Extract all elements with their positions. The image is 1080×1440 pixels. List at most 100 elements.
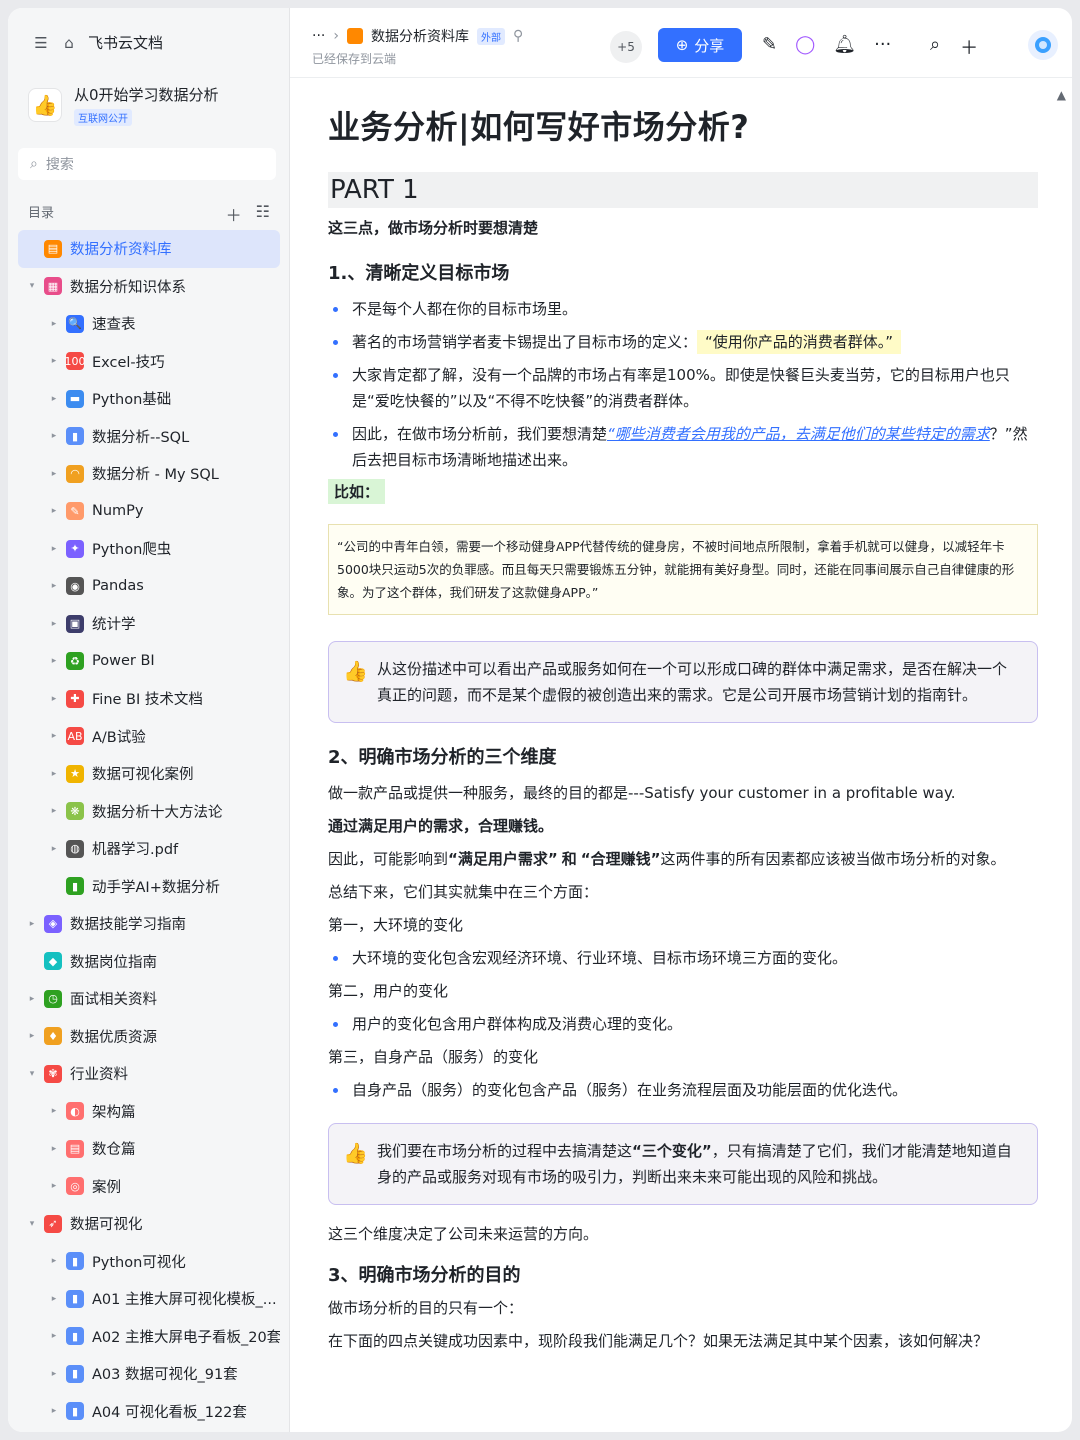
sidebar-item[interactable]: ▸ ◠ 数据分析 - My SQL — [18, 455, 280, 493]
chevron-right-icon[interactable]: ▸ — [48, 581, 60, 591]
sidebar-item[interactable]: ▸ ▮ A04 可视化看板_122套 — [18, 1393, 280, 1431]
bullet-4-text: 因此，在做市场分析前，我们要想清楚 — [352, 425, 608, 443]
collapse-sidebar-icon[interactable]: ☰ — [32, 34, 50, 52]
sidebar-item[interactable]: ▸ ◷ 面试相关资料 — [18, 980, 280, 1018]
pin-icon[interactable]: ⚲ — [513, 28, 523, 44]
add-icon[interactable]: ＋ — [226, 202, 242, 226]
thumbs-up-icon: 👍 — [343, 659, 368, 683]
chevron-down-icon[interactable]: ▾ — [26, 1219, 38, 1229]
chevron-right-icon[interactable]: ▸ — [48, 356, 60, 366]
chevron-right-icon[interactable]: ▸ — [48, 1294, 60, 1304]
chevron-right-icon[interactable]: ▸ — [48, 1369, 60, 1379]
more-breadcrumb-button[interactable]: ··· — [312, 28, 325, 44]
home-icon[interactable]: ⌂ — [60, 34, 78, 52]
sidebar-item[interactable]: ▸ ♦ 数据优质资源 — [18, 1018, 280, 1056]
toolbar-right: ⌕ ＋ — [930, 34, 978, 60]
chevron-right-icon[interactable]: ▸ — [48, 1331, 60, 1341]
app-title[interactable]: 飞书云文档 — [88, 32, 163, 53]
chevron-right-icon[interactable]: ▸ — [48, 769, 60, 779]
chevron-right-icon[interactable]: ▸ — [48, 806, 60, 816]
bullet: 自身产品（服务）的变化包含产品（服务）在业务流程层面及功能层面的优化迭代。 — [328, 1077, 1038, 1103]
sidebar-item-label: A01 主推大屏可视化模板_... — [92, 1292, 277, 1309]
chevron-right-icon[interactable]: ▸ — [26, 1031, 38, 1041]
chevron-right-icon[interactable]: ▸ — [48, 1181, 60, 1191]
sidebar-item[interactable]: ▸ ★ 数据可视化案例 — [18, 755, 280, 793]
sidebar-item[interactable]: ▾ ✾ 行业资料 — [18, 1055, 280, 1093]
sidebar-item[interactable]: ▸ ✦ Python爬虫 — [18, 530, 280, 568]
sidebar-item[interactable]: ▸ ◍ 机器学习.pdf — [18, 830, 280, 868]
chevron-right-icon[interactable]: ▸ — [48, 1256, 60, 1266]
chevron-right-icon[interactable]: ▸ — [48, 319, 60, 329]
add-icon[interactable]: ＋ — [960, 34, 978, 60]
chevron-down-icon[interactable]: ▾ — [26, 1069, 38, 1079]
chevron-down-icon[interactable]: ▾ — [26, 281, 38, 291]
breadcrumb-current[interactable]: 数据分析资料库 — [371, 26, 469, 46]
doc-type-icon: ★ — [66, 764, 84, 783]
sidebar-item[interactable]: ▸ ▮ A01 主推大屏可视化模板_... — [18, 1280, 280, 1318]
space-header[interactable]: 👍 从0开始学习数据分析 互联网公开 — [28, 84, 219, 126]
edit-icon[interactable]: ✎ — [762, 34, 777, 55]
sidebar-item[interactable]: ▸ ❋ 数据分析十大方法论 — [18, 793, 280, 831]
bold-run: “合理赚钱” — [580, 850, 661, 868]
more-icon[interactable]: ··· — [874, 34, 891, 55]
list-settings-icon[interactable]: ☷ — [256, 202, 270, 226]
chevron-right-icon[interactable]: ▸ — [48, 394, 60, 404]
bullet-4: 因此，在做市场分析前，我们要想清楚“哪些消费者会用我的产品，去满足他们的某些特定… — [328, 421, 1038, 473]
sidebar-item[interactable]: ▾ ▦ 数据分析知识体系 — [18, 268, 280, 306]
sidebar-item[interactable]: ▸ ▤ 数仓篇 — [18, 1130, 280, 1168]
chevron-right-icon[interactable]: ▸ — [48, 619, 60, 629]
search-icon: ⌕ — [30, 156, 38, 172]
sidebar-item[interactable]: ▸ ✚ Fine BI 技术文档 — [18, 680, 280, 718]
chevron-right-icon[interactable]: ▸ — [48, 544, 60, 554]
sidebar-item[interactable]: ▸ AB A/B试验 — [18, 718, 280, 756]
app-window: ☰ ⌂ 飞书云文档 👍 从0开始学习数据分析 互联网公开 ⌕ 搜索 目录 ＋ ☷… — [8, 8, 1072, 1432]
doc-type-icon: ▤ — [44, 239, 62, 258]
scroll-up-icon[interactable]: ▲ — [1057, 88, 1066, 102]
chevron-right-icon[interactable]: ▸ — [26, 919, 38, 929]
search-input[interactable]: ⌕ 搜索 — [18, 148, 276, 180]
chevron-right-icon[interactable]: ▸ — [26, 994, 38, 1004]
collaborators-count[interactable]: +5 — [610, 31, 642, 63]
sidebar-item[interactable]: ◆ 数据岗位指南 — [18, 943, 280, 981]
sidebar-item[interactable]: ▸ 🔍 速查表 — [18, 305, 280, 343]
sidebar-item[interactable]: ▸ ▬ Python基础 — [18, 380, 280, 418]
chevron-right-icon[interactable]: ▸ — [48, 431, 60, 441]
sidebar-item[interactable]: ▸ ▮ Python可视化 — [18, 1243, 280, 1281]
public-badge: 互联网公开 — [74, 109, 132, 126]
sidebar-item[interactable]: ▸ ◎ 案例 — [18, 1168, 280, 1206]
bell-icon[interactable]: 🔔︎ — [833, 34, 856, 55]
sidebar-item[interactable]: ▸ 100 Excel-技巧 — [18, 343, 280, 381]
emphasis-link[interactable]: “哪些消费者会用我的产品，去满足他们的某些特定的需求 — [607, 425, 990, 443]
chevron-right-icon[interactable]: ▸ — [48, 656, 60, 666]
sidebar-item[interactable]: ▸ ▮ A02 主推大屏电子看板_20套 — [18, 1318, 280, 1356]
chevron-right-icon[interactable]: ▸ — [48, 506, 60, 516]
sidebar-item[interactable]: ▸ ♻ Power BI — [18, 643, 280, 681]
chevron-right-icon[interactable]: ▸ — [48, 1406, 60, 1416]
sidebar-item[interactable]: ▸ ✎ NumPy — [18, 493, 280, 531]
chevron-right-icon[interactable]: ▸ — [48, 1106, 60, 1116]
search-icon[interactable]: ⌕ — [930, 34, 940, 60]
sidebar-item[interactable]: ▸ ◐ 架构篇 — [18, 1093, 280, 1131]
chevron-right-icon[interactable]: ▸ — [48, 469, 60, 479]
bold-run: “满足用户需求” — [448, 850, 558, 868]
ai-assistant-icon[interactable]: ◯ — [795, 34, 815, 55]
sidebar-item[interactable]: ▸ ▮ A03 数据可视化_91套 — [18, 1355, 280, 1393]
chevron-right-icon[interactable]: ▸ — [48, 694, 60, 704]
sidebar-item-label: 架构篇 — [92, 1104, 136, 1121]
sidebar-item[interactable]: ▸ ▮ 数据分析--SQL — [18, 418, 280, 456]
user-avatar[interactable] — [1028, 30, 1058, 60]
chevron-right-icon[interactable]: ▸ — [48, 731, 60, 741]
doc-tree: ▤ 数据分析资料库 ▾ ▦ 数据分析知识体系 ▸ 🔍 速查表 ▸ 100 Excel-技巧 ▸ ▬ Pyt… — [18, 230, 280, 1430]
sidebar-item[interactable]: ▸ ▣ 统计学 — [18, 605, 280, 643]
sidebar-item[interactable]: ▸ ◈ 数据技能学习指南 — [18, 905, 280, 943]
chevron-right-icon[interactable]: ▸ — [48, 844, 60, 854]
sidebar-item[interactable]: ▤ 数据分析资料库 — [18, 230, 280, 268]
sidebar-item[interactable]: ▾ ➶ 数据可视化 — [18, 1205, 280, 1243]
sidebar-item[interactable]: ▮ 动手学AI+数据分析 — [18, 868, 280, 906]
chevron-right-icon[interactable]: ▸ — [48, 1144, 60, 1154]
doc-type-icon: ◠ — [66, 464, 84, 483]
example-label: 比如： — [328, 479, 386, 504]
sidebar-item-label: 面试相关资料 — [70, 992, 157, 1009]
share-button[interactable]: ⊕ 分享 — [658, 28, 742, 62]
sidebar-item[interactable]: ▸ ◉ Pandas — [18, 568, 280, 606]
